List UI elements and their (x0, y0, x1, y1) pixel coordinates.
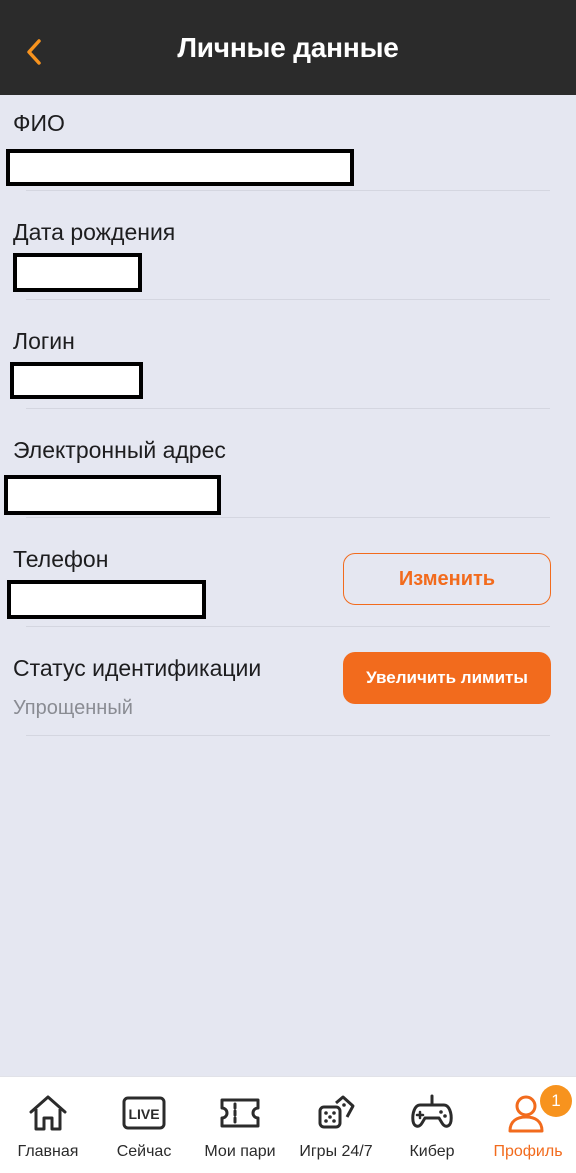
fio-value-redacted (6, 149, 354, 186)
nav-label-profile: Профиль (493, 1143, 563, 1160)
fio-label: ФИО (13, 110, 65, 136)
divider (26, 190, 550, 191)
email-value-redacted (4, 475, 221, 515)
nav-label-my-bets: Мои пари (204, 1143, 276, 1160)
nav-item-home[interactable]: Главная (0, 1077, 96, 1173)
divider (26, 299, 550, 300)
nav-item-my-bets[interactable]: Мои пари (192, 1077, 288, 1173)
nav-item-live[interactable]: LIVE Сейчас (96, 1077, 192, 1173)
nav-label-games: Игры 24/7 (299, 1143, 373, 1160)
increase-limits-button[interactable]: Увеличить лимиты (343, 652, 551, 704)
gamepad-icon (410, 1093, 454, 1133)
nav-label-home: Главная (17, 1143, 79, 1160)
phone-label: Телефон (13, 546, 109, 572)
divider (26, 517, 550, 518)
page-title: Личные данные (177, 32, 399, 63)
bottom-navigation: Главная LIVE Сейчас Мои пари Игры 24/7 К… (0, 1076, 576, 1173)
login-label: Логин (13, 328, 75, 354)
birth-date-label: Дата рождения (13, 219, 176, 245)
change-phone-button[interactable]: Изменить (343, 553, 551, 605)
divider (26, 408, 550, 409)
home-icon (26, 1093, 70, 1133)
divider (26, 735, 550, 736)
nav-label-live: Сейчас (116, 1143, 172, 1160)
top-bar: Личные данные (0, 0, 576, 95)
phone-value-redacted (7, 580, 206, 619)
birth-date-value-redacted (13, 253, 142, 292)
nav-item-games[interactable]: Игры 24/7 (288, 1077, 384, 1173)
ticket-icon (218, 1093, 262, 1133)
nav-label-cyber: Кибер (409, 1143, 455, 1160)
live-icon: LIVE (122, 1093, 166, 1133)
nav-item-profile[interactable]: 1 Профиль (480, 1077, 576, 1173)
divider (26, 626, 550, 627)
notification-badge: 1 (540, 1085, 572, 1117)
identification-status-value: Упрощенный (13, 697, 133, 719)
identification-status-label: Статус идентификации (13, 655, 262, 681)
dice-icon (314, 1093, 358, 1133)
nav-item-cyber[interactable]: Кибер (384, 1077, 480, 1173)
email-label: Электронный адрес (13, 437, 226, 463)
svg-text:LIVE: LIVE (128, 1106, 159, 1122)
login-value-redacted (10, 362, 143, 399)
